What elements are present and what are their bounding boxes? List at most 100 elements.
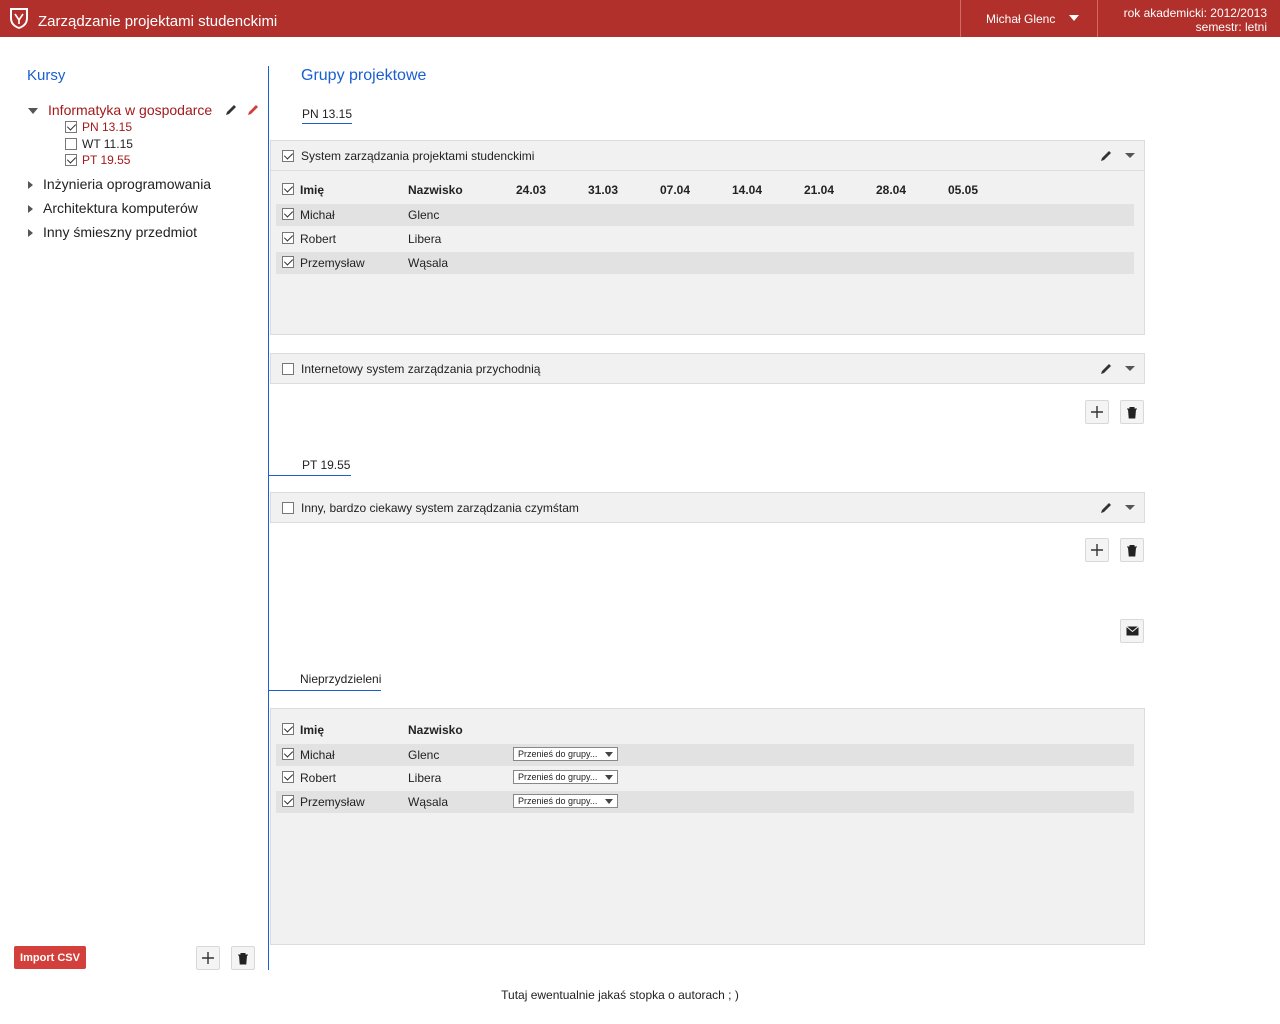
last-name: Wąsala [408,256,449,270]
course-label: Inny śmieszny przedmiot [43,224,198,240]
add-course-button[interactable] [196,946,220,970]
pencil-icon[interactable] [1099,501,1113,515]
course-group-wt1115[interactable]: WT 11.15 [65,137,133,151]
row-checkbox[interactable] [282,771,294,783]
chevron-down-icon[interactable] [1125,505,1135,510]
select-value: Przenieś do grupy... [518,772,598,782]
select-value: Przenieś do grupy... [518,796,598,806]
page-footer: Tutaj ewentualnie jakaś stopka o autorac… [501,988,739,1002]
course-item-architektura[interactable]: Architektura komputerów [28,200,198,216]
envelope-icon [1125,626,1139,636]
course-item-inzynieria[interactable]: Inżynieria oprogramowania [28,176,211,192]
expand-arrow-icon[interactable] [28,108,38,115]
pencil-icon[interactable] [1099,362,1113,376]
column-header-date: 28.04 [876,183,907,197]
group-checkbox[interactable] [65,138,77,150]
unassigned-table: Imię Nazwisko Michał Glenc Przenieś do g… [270,708,1145,945]
academic-year: rok akademicki: 2012/2013 [1123,6,1267,20]
add-group-button[interactable] [1085,400,1109,424]
course-item-informatyka[interactable]: Informatyka w gospodarce [28,102,258,118]
group-name: Internetowy system zarządzania przychodn… [301,362,541,376]
chevron-down-icon [605,799,613,804]
course-label: Informatyka w gospodarce [48,102,213,118]
table-row[interactable]: Michał Glenc [276,204,1134,226]
section-label-pt1955: PT 19.55 [302,458,351,472]
chevron-down-icon [1069,15,1079,21]
group-name: Inny, bardzo ciekawy system zarządzania … [301,501,579,515]
delete-course-button[interactable] [231,946,255,970]
app-title: Zarządzanie projektami studenckimi [38,13,278,30]
group-checkbox[interactable] [65,154,77,166]
section-underline [269,690,381,691]
semester: semestr: letni [1195,20,1267,34]
pencil-icon[interactable] [224,103,238,117]
course-group-pn1315[interactable]: PN 13.15 [65,120,132,134]
row-checkbox[interactable] [282,748,294,760]
select-all-checkbox[interactable] [282,723,294,735]
last-name: Libera [408,771,442,785]
row-checkbox[interactable] [282,795,294,807]
chevron-down-icon[interactable] [1125,153,1135,158]
row-checkbox[interactable] [282,232,294,244]
pencil-icon[interactable] [1099,149,1113,163]
project-group-header[interactable]: Inny, bardzo ciekawy system zarządzania … [270,492,1145,523]
move-to-group-select[interactable]: Przenieś do grupy... [513,770,618,784]
table-row[interactable]: Robert Libera Przenieś do grupy... [276,767,1134,789]
last-name: Wąsala [408,795,449,809]
send-email-button[interactable] [1120,619,1144,643]
delete-group-button[interactable] [1120,400,1144,424]
row-checkbox[interactable] [282,208,294,220]
sidebar-divider [268,66,269,970]
trash-icon [1127,544,1137,556]
column-header-date: 14.04 [732,183,763,197]
row-checkbox[interactable] [282,256,294,268]
first-name: Przemysław [300,256,365,270]
group-checkbox[interactable] [282,502,294,514]
project-group-header[interactable]: Internetowy system zarządzania przychodn… [270,353,1145,384]
column-header-date: 21.04 [804,183,835,197]
move-to-group-select[interactable]: Przenieś do grupy... [513,794,618,808]
column-header-date: 07.04 [660,183,691,197]
section-label-unassigned: Nieprzydzieleni [300,672,382,686]
import-csv-button[interactable]: Import CSV [14,946,86,969]
project-group-table: Imię Nazwisko 24.03 31.03 07.04 14.04 21… [270,171,1145,335]
table-row[interactable]: Przemysław Wąsala [276,252,1134,274]
expand-arrow-icon[interactable] [28,229,33,238]
plus-icon [202,952,214,964]
course-item-inny[interactable]: Inny śmieszny przedmiot [28,224,197,240]
group-checkbox[interactable] [282,363,294,375]
last-name: Glenc [408,748,440,762]
table-header-row: Imię Nazwisko 24.03 31.03 07.04 14.04 21… [276,179,1134,201]
academic-year-info: rok akademicki: 2012/2013 semestr: letni [1097,0,1280,37]
delete-group-button[interactable] [1120,538,1144,562]
section-label-pn1315: PN 13.15 [302,107,353,121]
table-row[interactable]: Robert Libera [276,228,1134,250]
first-name: Michał [300,208,335,222]
column-header-last-name: Nazwisko [408,183,463,197]
user-menu[interactable]: Michał Glenc [960,0,1098,37]
expand-arrow-icon[interactable] [28,181,33,190]
pencil-red-icon[interactable] [246,103,260,117]
expand-arrow-icon[interactable] [28,205,33,214]
move-to-group-select[interactable]: Przenieś do grupy... [513,747,618,761]
table-row[interactable]: Michał Glenc Przenieś do grupy... [276,744,1134,766]
column-header-date: 31.03 [588,183,619,197]
group-checkbox[interactable] [282,150,294,162]
chevron-down-icon[interactable] [1125,366,1135,371]
last-name: Libera [408,232,442,246]
first-name: Robert [300,232,337,246]
project-groups-title: Grupy projektowe [301,67,427,84]
project-group-header[interactable]: System zarządzania projektami studenckim… [270,140,1145,171]
first-name: Robert [300,771,337,785]
column-header-first-name: Imię [300,183,325,197]
plus-icon [1091,544,1103,556]
select-all-checkbox[interactable] [282,183,294,195]
table-row[interactable]: Przemysław Wąsala Przenieś do grupy... [276,791,1134,813]
last-name: Glenc [408,208,440,222]
group-checkbox[interactable] [65,121,77,133]
user-name: Michał Glenc [986,12,1056,26]
course-group-pt1955[interactable]: PT 19.55 [65,153,130,167]
section-underline [302,123,352,124]
add-group-button[interactable] [1085,538,1109,562]
university-shield-icon [10,8,28,29]
